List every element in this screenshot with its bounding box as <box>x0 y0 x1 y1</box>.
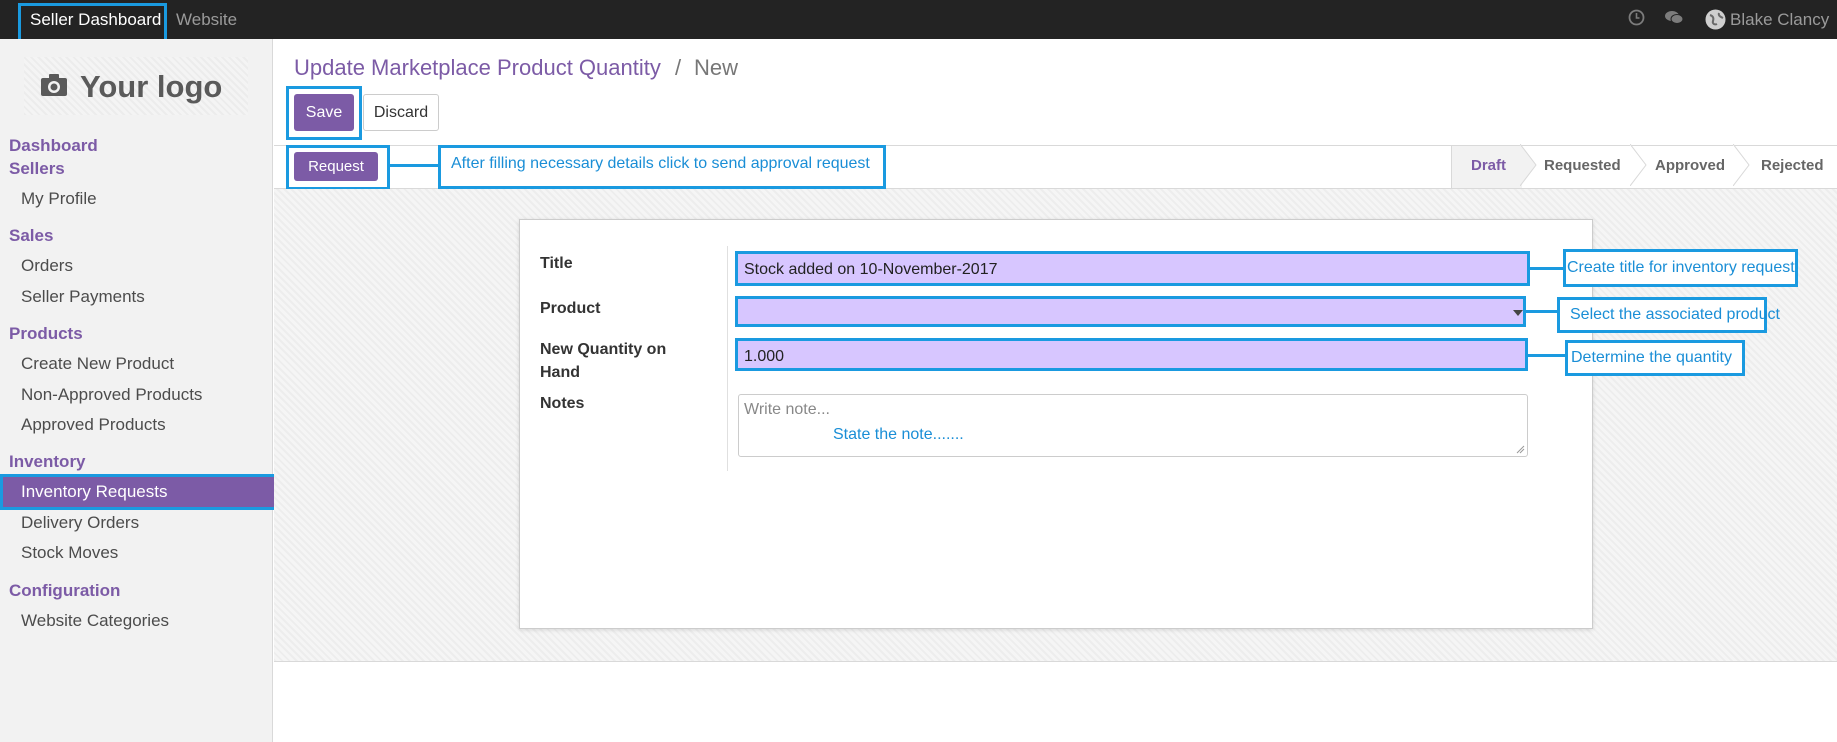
notes-textarea[interactable]: Write note... State the note....... <box>738 394 1528 457</box>
logo: Your logo <box>24 57 248 115</box>
nav-website[interactable]: Website <box>176 10 237 30</box>
camera-icon <box>41 74 67 96</box>
clock-icon[interactable] <box>1628 9 1645 31</box>
sidebar-item-website-categories[interactable]: Website Categories <box>21 611 169 631</box>
annotation-notes: State the note....... <box>833 426 964 443</box>
annotation-request: After filling necessary details click to… <box>451 155 870 172</box>
title-input[interactable]: Stock added on 10-November-2017 <box>735 251 1530 286</box>
section-configuration[interactable]: Configuration <box>9 581 120 601</box>
sidebar-item-label: Inventory Requests <box>21 482 168 501</box>
breadcrumb-current: New <box>694 55 739 80</box>
chevron-right-icon <box>1733 144 1750 186</box>
sidebar-item-create-new-product[interactable]: Create New Product <box>21 354 174 374</box>
quantity-input-value: 1.000 <box>744 348 785 365</box>
product-select[interactable] <box>735 296 1526 327</box>
annotation-connector <box>390 164 440 167</box>
section-products[interactable]: Products <box>9 324 83 344</box>
chevron-right-icon <box>1520 144 1537 186</box>
title-label: Title <box>540 255 573 272</box>
stage-rejected[interactable]: Rejected <box>1761 157 1824 174</box>
section-inventory[interactable]: Inventory <box>9 452 86 472</box>
sidebar-item-non-approved-products[interactable]: Non-Approved Products <box>21 385 202 405</box>
sidebar-item-approved-products[interactable]: Approved Products <box>21 415 166 435</box>
nav-seller-dashboard[interactable]: Seller Dashboard <box>30 10 161 30</box>
sidebar-item-seller-payments[interactable]: Seller Payments <box>21 287 145 307</box>
quantity-label-line2: Hand <box>540 364 580 381</box>
sidebar-item-my-profile[interactable]: My Profile <box>21 189 97 209</box>
annotation-connector <box>1530 267 1565 270</box>
stage-requested[interactable]: Requested <box>1544 157 1621 174</box>
top-navbar: Seller Dashboard Website Blake Clancy <box>0 0 1837 46</box>
label-column-divider <box>727 246 728 471</box>
notes-label: Notes <box>540 395 585 412</box>
save-button[interactable]: Save <box>294 94 354 131</box>
section-dashboard[interactable]: Dashboard <box>9 136 98 156</box>
request-button[interactable]: Request <box>294 152 378 181</box>
sidebar-item-orders[interactable]: Orders <box>21 256 73 276</box>
title-input-value: Stock added on 10-November-2017 <box>744 261 998 278</box>
annotation-quantity: Determine the quantity <box>1571 349 1732 366</box>
sidebar-item-delivery-orders[interactable]: Delivery Orders <box>21 513 139 533</box>
annotation-product: Select the associated product <box>1570 306 1780 323</box>
stage-draft[interactable]: Draft <box>1471 157 1506 174</box>
notes-placeholder: Write note... <box>744 401 830 418</box>
quantity-label-line1: New Quantity on <box>540 341 667 358</box>
chat-icon[interactable] <box>1664 9 1684 31</box>
section-sales[interactable]: Sales <box>9 226 53 246</box>
caret-down-icon <box>1513 310 1523 316</box>
control-panel: Update Marketplace Product Quantity / Ne… <box>274 39 1837 145</box>
breadcrumb-separator: / <box>675 55 682 80</box>
product-label: Product <box>540 300 601 317</box>
breadcrumb-parent[interactable]: Update Marketplace Product Quantity <box>294 55 661 81</box>
annotation-connector <box>1528 354 1567 357</box>
chevron-right-icon <box>1630 144 1647 186</box>
section-sellers[interactable]: Sellers <box>9 159 65 179</box>
discard-button[interactable]: Discard <box>363 94 439 131</box>
sidebar-item-stock-moves[interactable]: Stock Moves <box>21 543 118 563</box>
globe-avatar-icon[interactable] <box>1705 9 1726 35</box>
logo-text: Your logo <box>80 69 223 104</box>
quantity-input[interactable]: 1.000 <box>735 338 1528 371</box>
annotation-title: Create title for inventory request <box>1567 259 1795 276</box>
stage-approved[interactable]: Approved <box>1655 157 1725 174</box>
resize-handle-icon[interactable] <box>1515 444 1525 454</box>
annotation-connector <box>1526 310 1559 313</box>
sidebar: Your logo Dashboard Sellers My Profile S… <box>0 39 278 742</box>
user-name[interactable]: Blake Clancy <box>1730 10 1829 30</box>
